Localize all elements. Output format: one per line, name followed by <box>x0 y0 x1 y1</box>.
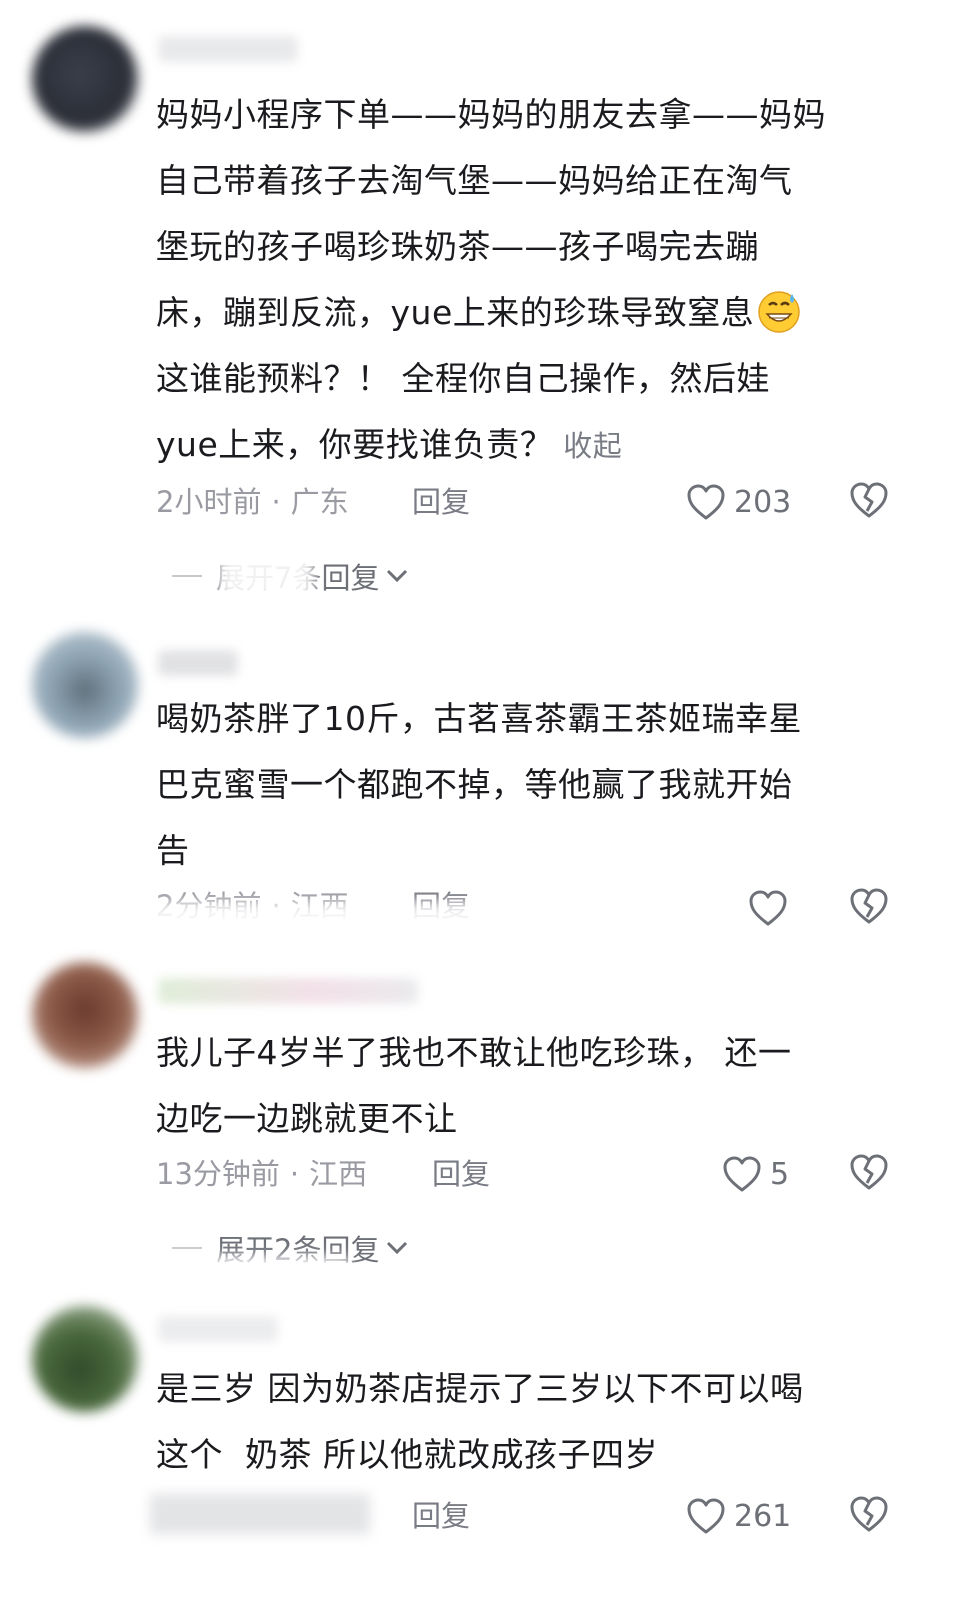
comment-meta: 2小时前 · 广东 <box>156 480 349 524</box>
meta-separator: · <box>271 485 281 519</box>
comment-time: 2小时前 <box>156 485 262 519</box>
broken-heart-icon[interactable] <box>848 1152 890 1192</box>
heart-outline-icon <box>749 890 787 926</box>
avatar[interactable] <box>32 962 138 1068</box>
blur-patch <box>150 902 510 936</box>
meta-separator: · <box>289 1157 300 1191</box>
reply-button[interactable]: 回复 <box>412 480 470 524</box>
comment-line: 告 <box>156 831 190 870</box>
avatar[interactable] <box>32 26 138 132</box>
like-button[interactable]: 203 <box>686 478 791 526</box>
broken-heart-icon[interactable] <box>848 480 890 520</box>
comment-line: 这个 奶茶 所以他就改成孩子四岁 <box>156 1435 658 1474</box>
username-blurred[interactable] <box>158 1316 278 1342</box>
comment-line: 喝奶茶胖了10斤，古茗喜茶霸王茶姬瑞幸星 <box>156 699 802 738</box>
comment-line: 是三岁 因为奶茶店提示了三岁以下不可以喝 <box>156 1369 804 1408</box>
grinning-sweat-emoji-icon <box>758 291 800 333</box>
comment-text: 妈妈小程序下单——妈妈的朋友去拿——妈妈 自己带着孩子去淘气堡——妈妈给正在淘气堡… <box>156 82 901 479</box>
comment-line: 自己带着孩子去淘气堡——妈妈给正在淘气 <box>156 161 793 200</box>
comment-line: 我儿子4岁半了我也不敢让他吃珍珠， 还一 <box>156 1033 792 1072</box>
comment-line: 这谁能预料？！ 全程你自己操作，然后娃 <box>156 359 770 398</box>
like-count: 203 <box>734 484 792 520</box>
like-button[interactable] <box>748 884 796 932</box>
comment-line: yue上来，你要找谁负责？ 收起 <box>156 425 623 464</box>
username-blurred[interactable] <box>158 650 238 676</box>
like-count: 5 <box>770 1156 790 1192</box>
heart-outline-icon <box>723 1156 761 1192</box>
heart-outline-icon <box>687 1498 725 1534</box>
comment-line: 边吃一边跳就更不让 <box>156 1099 458 1138</box>
reply-button[interactable]: 回复 <box>412 1494 470 1538</box>
avatar[interactable] <box>32 1306 138 1412</box>
chevron-down-icon <box>387 569 408 583</box>
divider-dash <box>172 575 202 577</box>
divider-dash <box>172 1247 202 1249</box>
heart-outline-icon <box>687 484 725 520</box>
comment-line: 妈妈小程序下单——妈妈的朋友去拿——妈妈 <box>156 95 826 134</box>
like-button[interactable]: 261 <box>686 1492 791 1540</box>
blur-patch <box>218 548 314 600</box>
comment-meta: 13分钟前 · 江西 <box>156 1152 367 1196</box>
reply-button[interactable]: 回复 <box>432 1152 490 1196</box>
comment-text: 是三岁 因为奶茶店提示了三岁以下不可以喝 这个 奶茶 所以他就改成孩子四岁 <box>156 1356 901 1488</box>
comment-text: 喝奶茶胖了10斤，古茗喜茶霸王茶姬瑞幸星 巴克蜜雪一个都跑不掉，等他赢了我就开始告 <box>156 686 901 884</box>
username-blurred[interactable] <box>158 978 418 1004</box>
blur-patch <box>160 1256 350 1282</box>
comment-line: 巴克蜜雪一个都跑不掉，等他赢了我就开始 <box>156 765 793 804</box>
broken-heart-icon[interactable] <box>848 1494 890 1534</box>
comment-time: 13分钟前 <box>156 1157 280 1191</box>
comment-location: 广东 <box>290 485 349 519</box>
username-blurred[interactable] <box>158 36 298 62</box>
blur-patch <box>150 1494 370 1534</box>
chevron-down-icon <box>387 1241 408 1255</box>
comment-text: 我儿子4岁半了我也不敢让他吃珍珠， 还一 边吃一边跳就更不让 <box>156 1020 901 1152</box>
like-count: 261 <box>734 1498 792 1534</box>
comment-location: 江西 <box>309 1157 368 1191</box>
avatar[interactable] <box>32 632 138 738</box>
collapse-link[interactable]: 收起 <box>563 429 622 463</box>
broken-heart-icon[interactable] <box>848 886 890 926</box>
like-button[interactable]: 5 <box>722 1150 789 1198</box>
comment-line: 床，蹦到反流，yue上来的珍珠导致窒息 <box>156 280 901 346</box>
comment-line: 堡玩的孩子喝珍珠奶茶——孩子喝完去蹦 <box>156 227 759 266</box>
